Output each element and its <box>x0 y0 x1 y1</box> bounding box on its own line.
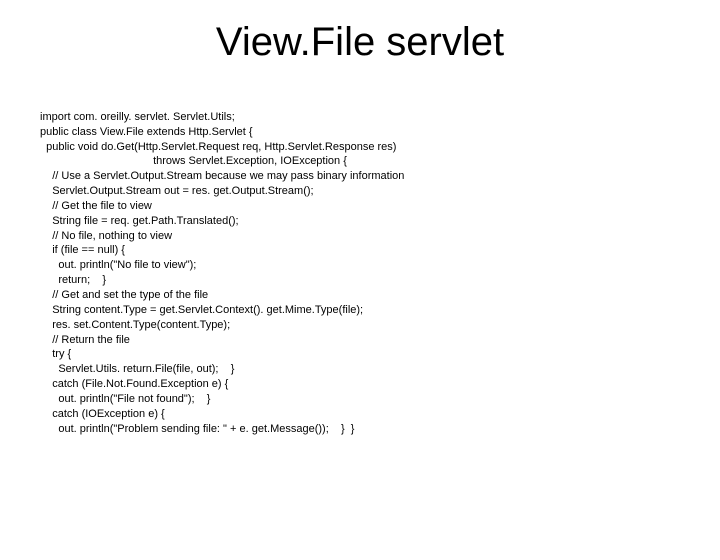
code-block: import com. oreilly. servlet. Servlet.Ut… <box>40 95 680 436</box>
code-line: // Return the file <box>40 334 130 346</box>
code-line: public void do.Get(Http.Servlet.Request … <box>40 141 396 153</box>
slide-title: View.File servlet <box>0 20 720 65</box>
code-line: Servlet.Output.Stream out = res. get.Out… <box>40 185 314 197</box>
code-line: // No file, nothing to view <box>40 230 172 242</box>
code-line: Servlet.Utils. return.File(file, out); } <box>40 363 234 375</box>
code-line: catch (File.Not.Found.Exception e) { <box>40 378 228 390</box>
code-line: res. set.Content.Type(content.Type); <box>40 319 230 331</box>
code-line: out. println("File not found"); } <box>40 393 210 405</box>
code-line: out. println("Problem sending file: " + … <box>40 423 354 435</box>
code-line: public class View.File extends Http.Serv… <box>40 126 253 138</box>
code-line: import com. oreilly. servlet. Servlet.Ut… <box>40 111 235 123</box>
code-line: catch (IOException e) { <box>40 408 165 420</box>
code-line: out. println("No file to view"); <box>40 259 196 271</box>
code-line: String file = req. get.Path.Translated()… <box>40 215 239 227</box>
code-line: // Get the file to view <box>40 200 152 212</box>
code-line: try { <box>40 348 71 360</box>
code-line: String content.Type = get.Servlet.Contex… <box>40 304 363 316</box>
code-line: throws Servlet.Exception, IOException { <box>40 155 347 167</box>
code-line: if (file == null) { <box>40 244 125 256</box>
code-line: // Get and set the type of the file <box>40 289 208 301</box>
code-line: return; } <box>40 274 106 286</box>
code-line: // Use a Servlet.Output.Stream because w… <box>40 170 404 182</box>
